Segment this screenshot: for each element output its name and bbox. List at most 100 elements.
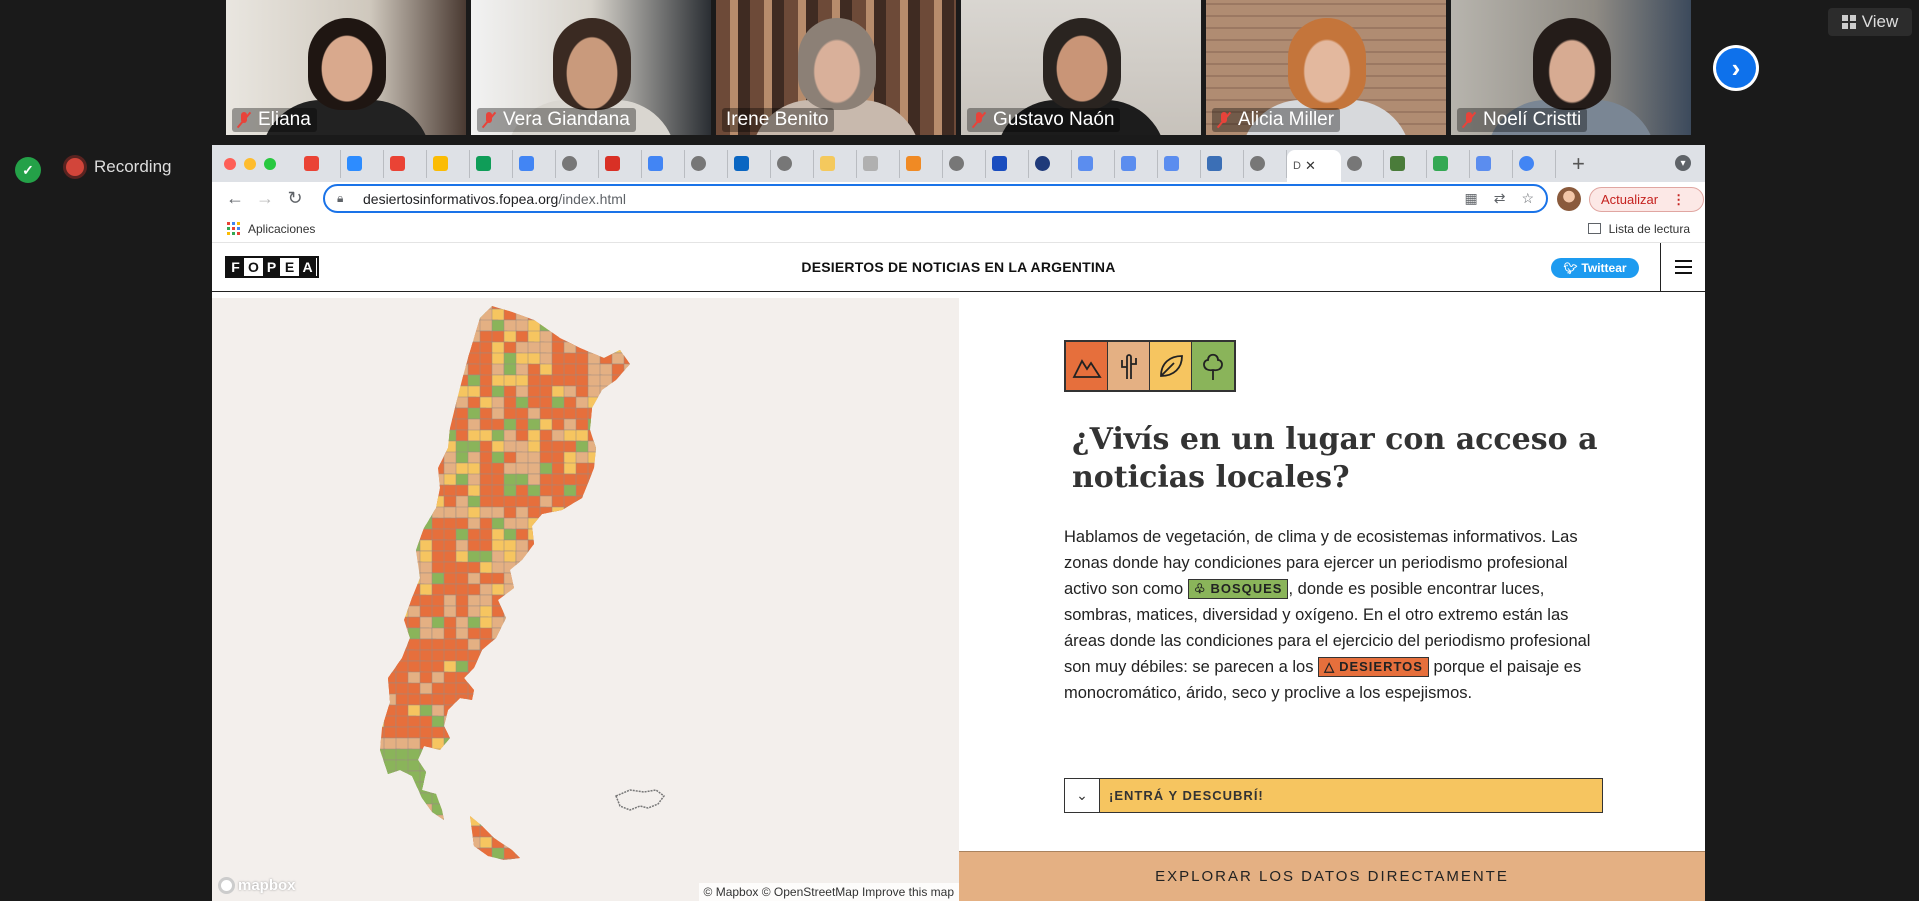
browser-tab[interactable]	[1341, 149, 1384, 178]
map-region	[563, 572, 585, 589]
browser-tab[interactable]	[1201, 149, 1244, 178]
translate-icon[interactable]: ⇄	[1494, 190, 1506, 207]
update-chrome-button[interactable]: Actualizar ⋮	[1589, 187, 1704, 212]
browser-tab[interactable]	[384, 149, 427, 178]
map-region	[611, 407, 630, 421]
browser-tab[interactable]	[470, 149, 513, 178]
close-window-button[interactable]	[224, 157, 236, 170]
map-region	[527, 638, 552, 658]
leaf-icon	[1150, 342, 1192, 390]
map-region	[551, 517, 567, 538]
browser-tab[interactable]	[728, 149, 771, 178]
desert-tag[interactable]: △ DESIERTOS	[1318, 657, 1429, 677]
participant-name: Noelí Cristti	[1483, 109, 1582, 130]
browser-tab[interactable]	[1115, 149, 1158, 178]
map-region	[383, 858, 401, 860]
forest-tag[interactable]: ♧ BOSQUES	[1187, 579, 1289, 599]
browser-tab[interactable]	[599, 149, 642, 178]
new-tab-button[interactable]: +	[1572, 151, 1585, 177]
close-tab-icon[interactable]: ✕	[1305, 158, 1316, 174]
browser-tab[interactable]	[513, 149, 556, 178]
map-region	[383, 550, 408, 569]
argentina-map[interactable]: mapbox © Mapbox © OpenStreetMap Improve …	[212, 298, 959, 901]
participant-tile[interactable]: Noelí Cristti	[1451, 0, 1691, 135]
explore-data-button[interactable]: EXPLORAR LOS DATOS DIRECTAMENTE	[959, 851, 1705, 901]
map-region	[563, 704, 581, 721]
mapbox-logo[interactable]: mapbox	[218, 877, 296, 894]
browser-tab[interactable]	[556, 149, 599, 178]
browser-tab[interactable]	[1384, 149, 1427, 178]
map-region	[611, 693, 630, 712]
back-arrow-icon[interactable]: ←	[220, 188, 250, 209]
browser-tab[interactable]	[685, 149, 728, 178]
map-region	[527, 803, 548, 819]
browser-tab[interactable]	[1244, 149, 1287, 178]
participant-tile-active-speaker[interactable]: Irene Benito	[716, 0, 956, 135]
map-region	[431, 374, 456, 390]
reading-list-button[interactable]: Lista de lectura	[1587, 222, 1690, 236]
map-region	[380, 462, 395, 484]
participant-tile[interactable]: Vera Giandana	[471, 0, 711, 135]
map-region	[563, 770, 583, 791]
browser-tab[interactable]	[427, 149, 470, 178]
tab-search-icon[interactable]: ▾	[1675, 155, 1691, 171]
browser-tab[interactable]	[771, 149, 814, 178]
map-region	[623, 495, 630, 517]
browser-tab[interactable]	[1029, 149, 1072, 178]
discover-button[interactable]: ⌄ ¡ENTRÁ Y DESCUBRÍ!	[1064, 778, 1603, 813]
map-region	[623, 506, 630, 522]
participant-tile[interactable]: Gustavo Naón	[961, 0, 1201, 135]
browser-toolbar: ← → ↻ 🔒︎ desiertosinformativos.fopea.org…	[212, 182, 1705, 215]
apps-bookmark[interactable]: Aplicaciones	[248, 222, 315, 236]
browser-tab[interactable]	[943, 149, 986, 178]
participant-tile[interactable]: Eliana	[226, 0, 466, 135]
forward-arrow-icon[interactable]: →	[250, 188, 280, 209]
map-region	[515, 638, 537, 656]
fopea-logo[interactable]: F O P E A	[225, 256, 319, 278]
hamburger-menu-button[interactable]	[1660, 243, 1705, 291]
map-region	[551, 306, 577, 314]
security-shield-icon[interactable]: ✓	[15, 157, 41, 183]
reload-icon[interactable]: ↻	[280, 188, 310, 209]
address-bar[interactable]: 🔒︎ desiertosinformativos.fopea.org/index…	[323, 184, 1548, 213]
browser-tab[interactable]	[1427, 149, 1470, 178]
browser-tab[interactable]	[1072, 149, 1115, 178]
view-button[interactable]: View	[1828, 8, 1912, 36]
browser-tab[interactable]	[857, 149, 900, 178]
intro-paragraph: Hablamos de vegetación, de clima y de ec…	[1064, 528, 1591, 702]
browser-tab[interactable]	[1470, 149, 1513, 178]
next-page-button[interactable]: ›	[1713, 45, 1759, 91]
sheets-icon	[476, 156, 491, 171]
map-region	[515, 792, 539, 806]
browser-tab[interactable]	[642, 149, 685, 178]
map-attribution[interactable]: © Mapbox © OpenStreetMap Improve this ma…	[698, 883, 959, 901]
map-region	[395, 319, 419, 338]
qr-code-icon[interactable]: ▦	[1464, 190, 1477, 207]
map-region	[443, 341, 467, 363]
browser-tab[interactable]	[298, 149, 341, 178]
tweet-button[interactable]: 🐦︎ Twittear	[1551, 258, 1639, 278]
map-region	[587, 660, 604, 679]
maximize-window-button[interactable]	[264, 157, 276, 170]
map-region	[611, 583, 630, 598]
map-region	[551, 781, 574, 800]
browser-tab[interactable]	[900, 149, 943, 178]
bookmark-star-icon[interactable]: ☆	[1521, 190, 1534, 207]
browser-tab[interactable]	[814, 149, 857, 178]
map-region	[575, 704, 594, 722]
map-region	[380, 306, 391, 315]
minimize-window-button[interactable]	[244, 157, 256, 170]
participant-name: Alicia Miller	[1238, 109, 1335, 130]
browser-tab[interactable]	[1513, 149, 1556, 178]
map-region	[380, 341, 398, 360]
profile-avatar[interactable]	[1557, 187, 1581, 211]
map-region	[503, 561, 524, 575]
browser-tab[interactable]	[1158, 149, 1201, 178]
recording-indicator[interactable]: Recording	[66, 157, 172, 177]
map-region	[587, 616, 606, 631]
participant-tile[interactable]: Alicia Miller	[1206, 0, 1446, 135]
browser-tab[interactable]	[341, 149, 384, 178]
browser-tab[interactable]	[986, 149, 1029, 178]
map-region	[479, 737, 504, 754]
browser-tab-active[interactable]: D ✕	[1287, 150, 1341, 182]
